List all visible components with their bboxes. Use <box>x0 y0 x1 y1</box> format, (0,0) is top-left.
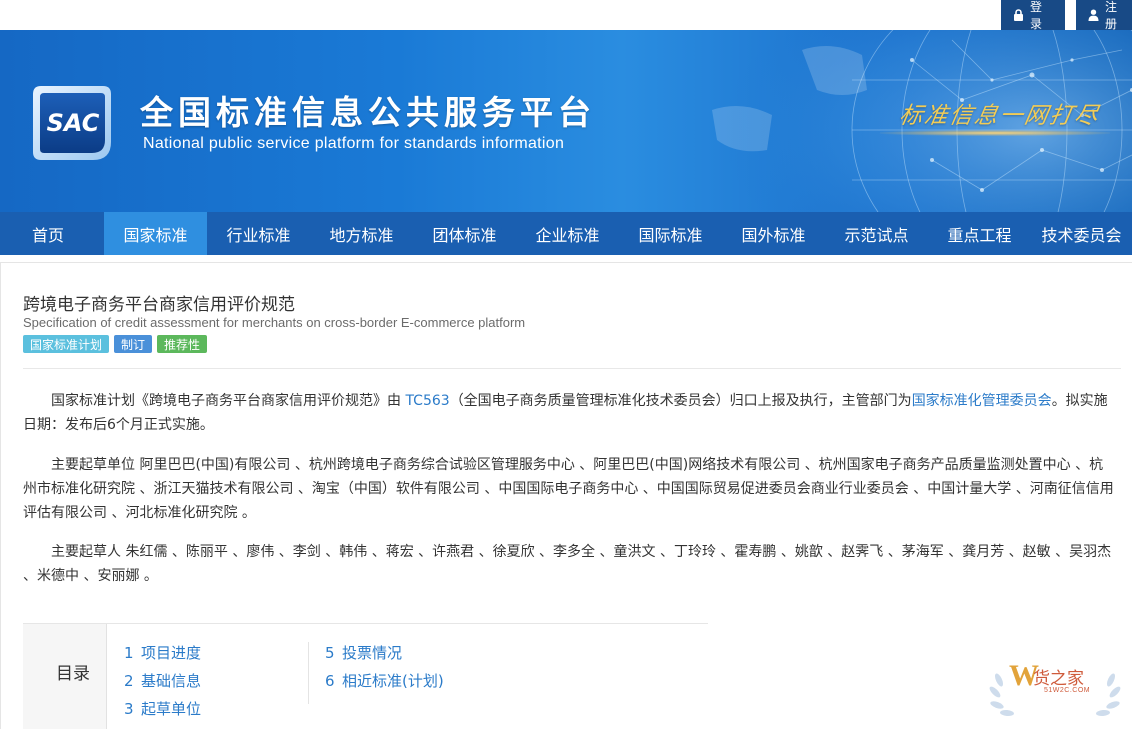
toc-item-progress[interactable]: 1 项目进度 <box>124 642 201 663</box>
tag-formulation: 制订 <box>114 335 153 353</box>
toc-num: 6 <box>325 672 335 690</box>
slogan-glow <box>880 130 1110 136</box>
standard-title-en: Specification of credit assessment for m… <box>23 315 526 330</box>
nav-foreign-standards[interactable]: 国外标准 <box>722 212 825 255</box>
standard-title: 跨境电子商务平台商家信用评价规范 <box>23 295 295 315</box>
toc-item-label: 相近标准(计划) <box>342 672 444 690</box>
divider <box>23 368 1121 369</box>
watermark-brand: 货之家 <box>1033 669 1084 689</box>
nav-international-standards[interactable]: 国际标准 <box>619 212 722 255</box>
table-of-contents: 目录 1 项目进度 2 基础信息 3 起草单位 5 投票情况 6 相近标准(计划) <box>23 623 708 729</box>
toc-num: 3 <box>124 700 134 718</box>
drafting-units-label: 主要起草单位 <box>51 457 135 473</box>
nav-national-standards[interactable]: 国家标准 <box>104 212 207 255</box>
toc-label: 目录 <box>56 664 90 684</box>
watermark-site: 51W2C.COM <box>1044 687 1091 694</box>
drafters-text: 朱红儒 、陈丽平 、廖伟 、李剑 、韩伟 、蒋宏 、许燕君 、徐夏欣 、李多全 … <box>23 544 1112 584</box>
toc-item-label: 基础信息 <box>141 672 202 690</box>
toc-item-drafting-units[interactable]: 3 起草单位 <box>124 698 201 719</box>
standard-detail-panel: 跨境电子商务平台商家信用评价规范 Specification of credit… <box>0 262 1132 729</box>
intro-text-1: 国家标准计划《跨境电子商务平台商家信用评价规范》由 <box>51 393 406 409</box>
site-slogan: 标准信息一网打尽 <box>897 103 1102 129</box>
nav-home[interactable]: 首页 <box>0 212 96 255</box>
drafters-paragraph: 主要起草人 朱红儒 、陈丽平 、廖伟 、李剑 、韩伟 、蒋宏 、许燕君 、徐夏欣… <box>23 540 1115 588</box>
drafters-label: 主要起草人 <box>51 544 121 560</box>
user-icon <box>1088 9 1099 21</box>
nav-local-standards[interactable]: 地方标准 <box>310 212 413 255</box>
nav-technical-committees[interactable]: 技术委员会 <box>1031 212 1132 255</box>
toc-label-box: 目录 <box>23 624 107 729</box>
toc-num: 2 <box>124 672 134 690</box>
toc-divider <box>308 642 309 704</box>
toc-item-voting[interactable]: 5 投票情况 <box>325 642 402 663</box>
toc-item-basic-info[interactable]: 2 基础信息 <box>124 670 201 691</box>
toc-item-label: 投票情况 <box>342 644 403 662</box>
toc-item-label: 项目进度 <box>141 644 202 662</box>
nav-industry-standards[interactable]: 行业标准 <box>207 212 310 255</box>
tag-recommended: 推荐性 <box>157 335 208 353</box>
drafting-units-paragraph: 主要起草单位 阿里巴巴(中国)有限公司 、杭州跨境电子商务综合试验区管理服务中心… <box>23 453 1115 525</box>
sac-logo-icon: SAC <box>33 86 111 160</box>
main-nav: 首页 国家标准 行业标准 地方标准 团体标准 企业标准 国际标准 国外标准 示范… <box>0 212 1132 255</box>
toc-num: 5 <box>325 644 335 662</box>
svg-text:SAC: SAC <box>47 109 100 137</box>
nav-group-standards[interactable]: 团体标准 <box>413 212 516 255</box>
login-label: 登录 <box>1030 0 1043 31</box>
nav-pilot-demonstration[interactable]: 示范试点 <box>825 212 928 255</box>
site-banner: SAC 全国标准信息公共服务平台 National public service… <box>0 30 1132 212</box>
register-label: 注册 <box>1105 0 1118 31</box>
intro-paragraph: 国家标准计划《跨境电子商务平台商家信用评价规范》由 TC563（全国电子商务质量… <box>23 389 1115 437</box>
toc-num: 1 <box>124 644 134 662</box>
standard-tags: 国家标准计划 制订 推荐性 <box>23 335 208 353</box>
site-title-en: National public service platform for sta… <box>143 135 565 152</box>
nav-key-projects[interactable]: 重点工程 <box>928 212 1031 255</box>
login-button[interactable]: 登录 <box>1001 0 1065 31</box>
site-title-cn: 全国标准信息公共服务平台 <box>140 93 596 132</box>
department-link[interactable]: 国家标准化管理委员会 <box>912 393 1052 409</box>
toc-item-label: 起草单位 <box>141 700 202 718</box>
register-button[interactable]: 注册 <box>1076 0 1132 31</box>
tag-plan: 国家标准计划 <box>23 335 110 353</box>
drafting-units-text: 阿里巴巴(中国)有限公司 、杭州跨境电子商务综合试验区管理服务中心 、阿里巴巴(… <box>23 457 1114 521</box>
nav-enterprise-standards[interactable]: 企业标准 <box>516 212 619 255</box>
toc-item-similar-standards[interactable]: 6 相近标准(计划) <box>325 670 444 691</box>
intro-text-2: （全国电子商务质量管理标准化技术委员会）归口上报及执行，主管部门为 <box>449 393 912 409</box>
tc-link[interactable]: TC563 <box>405 393 449 409</box>
lock-icon <box>1013 9 1024 21</box>
top-bar: 登录 注册 <box>0 0 1132 31</box>
